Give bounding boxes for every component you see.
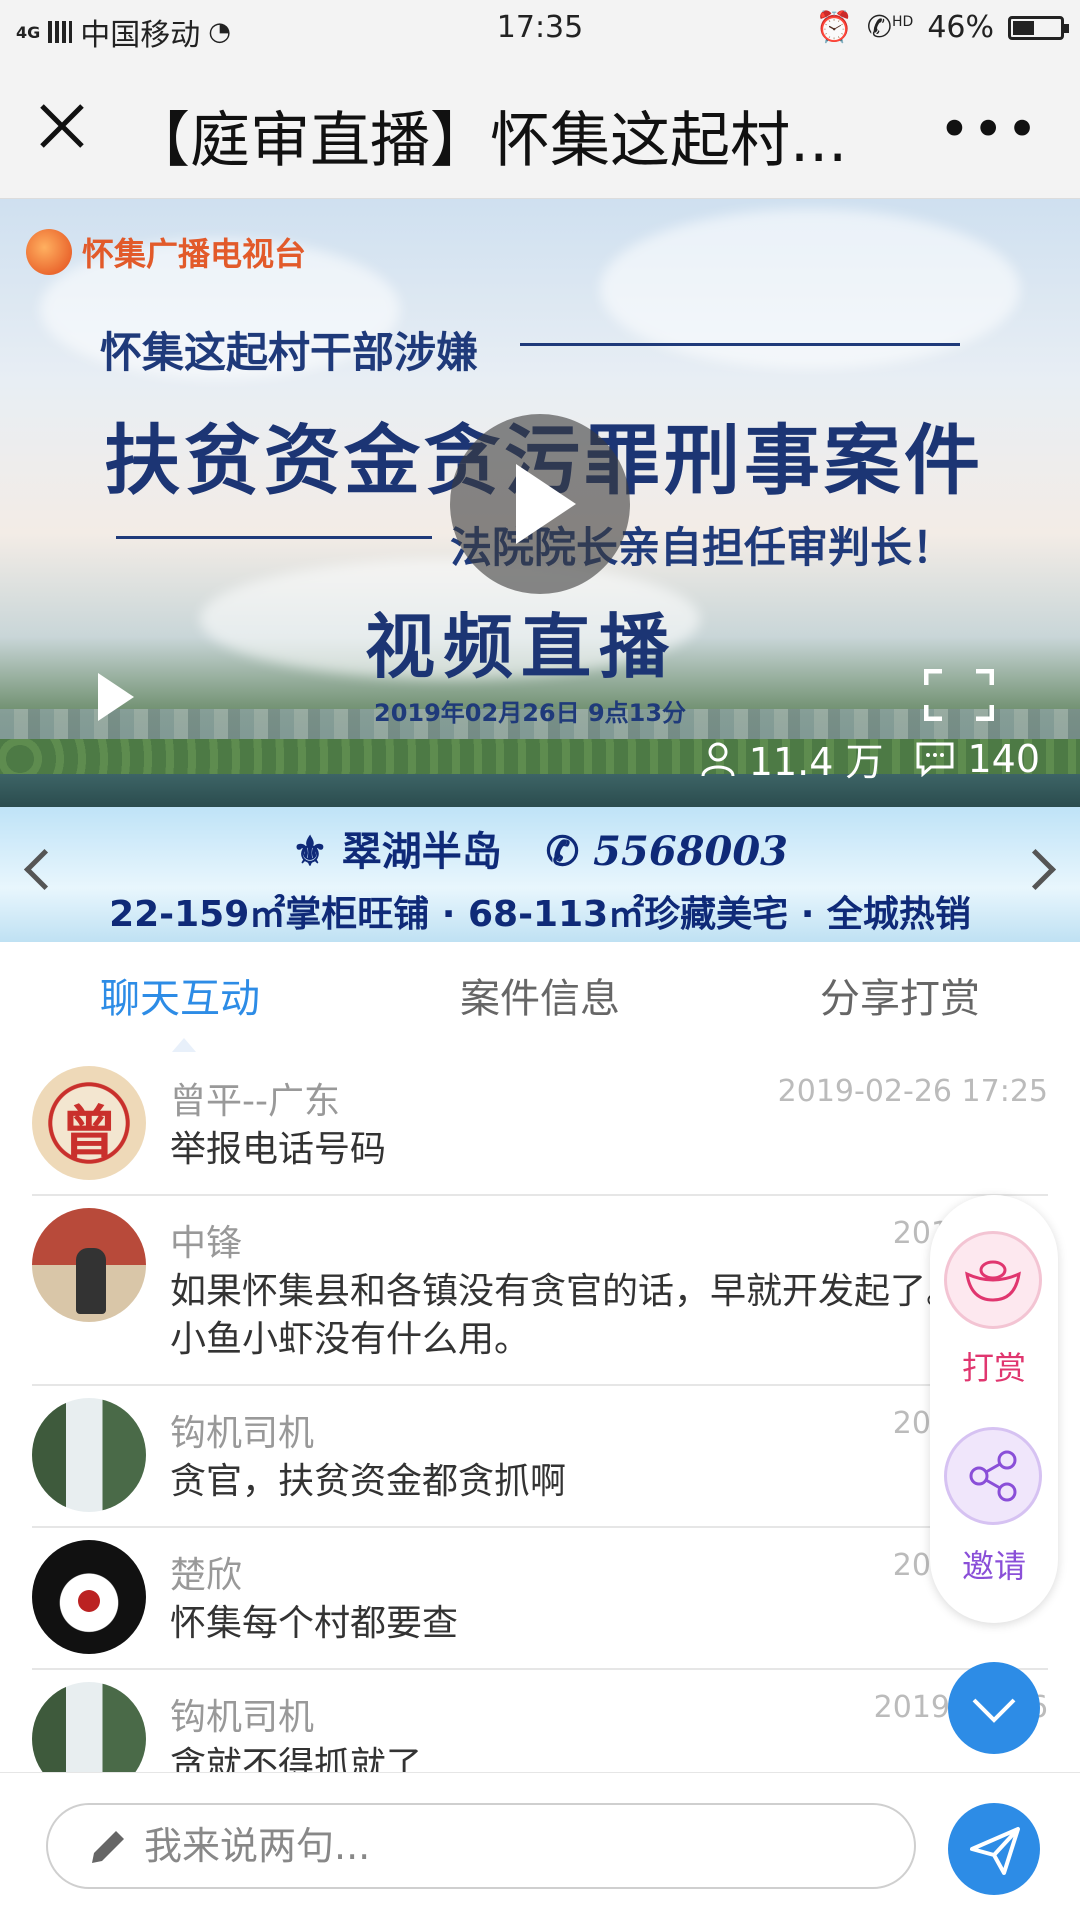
comment-input[interactable]: 我来说两句... [46,1803,916,1889]
chat-message: 钩机司机 2019-02-26 贪就不得抓就了 [32,1668,1048,1772]
hd-label: HD [892,14,914,30]
station-name: 怀集广播电视台 [82,235,307,273]
send-icon [970,1827,1020,1875]
video-stats: 11.4 万 140 [699,731,1040,786]
call-hd-icon: ✆HD [866,10,914,45]
invite-label[interactable]: 邀请 [930,1541,1058,1587]
station-logo-icon [26,229,72,275]
ad-banner[interactable]: ⚜ 翠湖半岛 ✆ 5568003 22-159㎡掌柜旺铺 · 68-113㎡珍藏… [0,807,1080,942]
play-icon[interactable] [98,673,134,721]
message-author: 中锋 [170,1223,243,1264]
video-player[interactable]: 怀集广播电视台 怀集这起村干部涉嫌 扶贫资金贪污罪刑事案件 法院院长亲自担任审判… [0,199,1080,807]
alarm-icon: ⏰ [815,10,853,45]
status-bar: 4G 中国移动 ◔ 17:35 ⏰ ✆HD 46% [0,0,1080,58]
chat-message: 钩机司机 2019-02-2 贪官，扶贫资金都贪抓啊 [32,1384,1048,1528]
message-text: 贪就不得抓就了 [170,1745,423,1772]
avatar-cup-mark [78,1590,100,1612]
ad-logo-icon: ⚜ [291,828,328,875]
chevron-down-icon [972,1698,1016,1723]
chat-list[interactable]: 曾 曾平--广东 2019-02-26 17:25 举报电话号码 中锋 2019… [0,1052,1080,1772]
divider-line [520,343,960,346]
page-title: 【庭审直播】怀集这起村... [130,106,848,176]
message-text: 贪官，扶贫资金都贪抓啊 [170,1461,567,1502]
ad-brand: 翠湖半岛 [341,828,502,875]
more-options-icon[interactable]: ••• [938,98,1040,161]
chat-message: 中锋 2019-02-2 如果怀集县和各镇没有贪官的话，早就开发起了。只抓小鱼小… [32,1194,1048,1386]
message-text: 怀集每个村都要查 [170,1603,459,1644]
battery-icon [1008,15,1069,40]
message-text: 举报电话号码 [170,1129,387,1170]
share-icon [969,1450,1017,1502]
avatar[interactable] [32,1208,146,1322]
ad-banner-header: ⚜ 翠湖半岛 ✆ 5568003 [0,819,1080,877]
floating-action-panel: 打赏 邀请 [930,1195,1058,1623]
close-icon[interactable] [34,98,90,154]
send-button[interactable] [948,1803,1040,1895]
comment-icon [916,742,954,777]
video-datetime: 2019年02月26日 9点13分 [374,699,687,727]
ad-tagline: 22-159㎡掌柜旺铺 · 68-113㎡珍藏美宅 · 全城热销 [109,894,971,935]
video-headline-1: 怀集这起村干部涉嫌 [100,328,479,377]
reward-label[interactable]: 打赏 [930,1343,1058,1389]
station-logo: 怀集广播电视台 [26,229,306,275]
message-time: 2019-02-26 17:25 [777,1074,1048,1109]
view-count: 11.4 万 [748,740,884,784]
message-author: 钩机司机 [170,1697,315,1738]
battery-level [1013,20,1034,35]
message-text: 如果怀集县和各镇没有贪官的话，早就开发起了。只抓小鱼小虾没有什么用。 [170,1271,1035,1360]
chat-message: 楚欣 2019-02-2 怀集每个村都要查 [32,1526,1048,1670]
tab-case-info[interactable]: 案件信息 [360,966,720,1024]
tab-chat[interactable]: 聊天互动 [0,966,360,1024]
chat-message: 曾 曾平--广东 2019-02-26 17:25 举报电话号码 [32,1052,1048,1196]
invite-button[interactable] [944,1427,1042,1525]
divider-line [116,536,432,539]
ad-phone: 5568003 [593,828,788,875]
message-author: 钩机司机 [170,1413,315,1454]
avatar[interactable] [32,1682,146,1772]
video-headline-4: 视频直播 [365,605,677,688]
tab-share-reward[interactable]: 分享打赏 [720,966,1080,1024]
scroll-down-button[interactable] [948,1662,1040,1754]
avatar[interactable] [32,1398,146,1512]
avatar[interactable]: 曾 [32,1066,146,1180]
title-bar: 【庭审直播】怀集这起村... ••• [0,58,1080,199]
ingot-icon [965,1260,1021,1302]
comment-count: 140 [967,736,1040,781]
avatar[interactable] [32,1540,146,1654]
reward-button[interactable] [944,1231,1042,1329]
avatar-figure [76,1248,106,1314]
avatar-glyph: 曾 [61,1100,117,1166]
phone-icon: ✆ [545,828,580,875]
battery-percent: 46% [927,10,994,45]
message-author: 楚欣 [170,1555,243,1596]
active-tab-indicator [172,1038,196,1052]
status-right: ⏰ ✆HD 46% [815,10,1069,45]
viewer-icon [701,742,735,776]
tab-bar: 聊天互动 案件信息 分享打赏 [0,942,1080,1052]
message-author: 曾平--广东 [170,1081,340,1122]
pencil-icon [92,1831,124,1863]
comment-input-bar: 我来说两句... [0,1772,1080,1921]
play-button-large[interactable] [450,414,630,594]
fullscreen-icon[interactable] [924,669,994,721]
